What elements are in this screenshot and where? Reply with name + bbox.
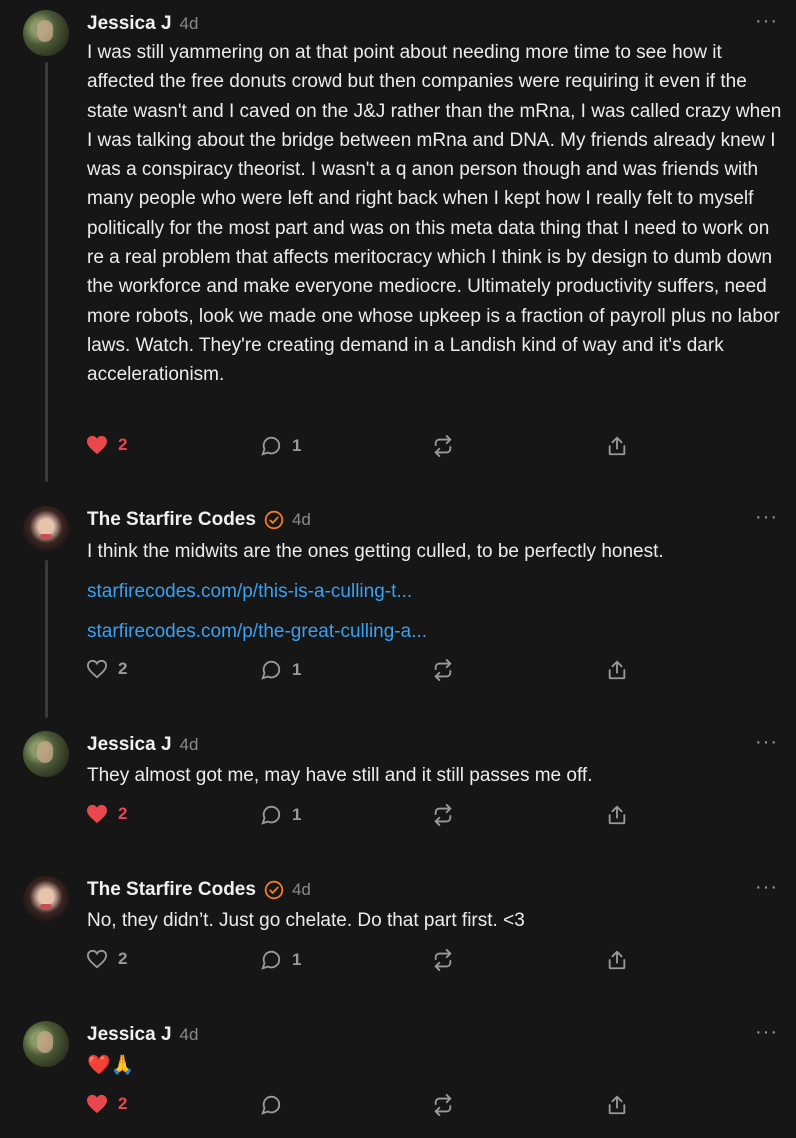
share-icon <box>608 660 626 680</box>
avatar[interactable] <box>23 10 69 56</box>
restack-icon <box>434 659 452 681</box>
reply-count: 1 <box>292 436 302 455</box>
more-icon[interactable]: ··· <box>755 10 778 33</box>
comment-icon <box>261 950 281 970</box>
timestamp[interactable]: 4d <box>292 880 311 900</box>
verified-badge-icon <box>264 880 284 900</box>
timestamp[interactable]: 4d <box>292 510 311 530</box>
like-count: 2 <box>118 949 128 968</box>
reply-button[interactable]: 1 <box>260 804 301 826</box>
reply-count: 1 <box>292 805 302 824</box>
reply-button[interactable]: 1 <box>260 949 301 971</box>
share-icon <box>608 805 626 825</box>
share-button[interactable] <box>606 435 628 457</box>
like-button[interactable]: 2 <box>86 435 127 455</box>
like-count: 2 <box>118 659 128 678</box>
verified-badge-icon <box>264 510 284 530</box>
reply-button[interactable]: 1 <box>260 435 301 457</box>
heart-icon <box>86 659 108 679</box>
more-icon[interactable]: ··· <box>755 731 778 754</box>
avatar[interactable] <box>23 731 69 777</box>
comment-text: They almost got me, may have still and i… <box>87 765 593 786</box>
restack-button[interactable] <box>432 1094 454 1116</box>
timestamp[interactable]: 4d <box>180 14 199 34</box>
share-button[interactable] <box>606 949 628 971</box>
reply-count: 1 <box>292 660 302 679</box>
reply-button[interactable]: 1 <box>260 659 301 681</box>
comment-icon <box>261 436 281 456</box>
share-button[interactable] <box>606 659 628 681</box>
share-button[interactable] <box>606 1094 628 1116</box>
action-bar: 2 <box>86 1094 646 1120</box>
author-name[interactable]: The Starfire Codes <box>87 509 256 531</box>
reply-count: 1 <box>292 950 302 969</box>
link[interactable]: starfirecodes.com/p/this-is-a-culling-t.… <box>87 581 412 603</box>
author-name[interactable]: Jessica J <box>87 13 172 35</box>
like-count: 2 <box>118 1094 128 1113</box>
restack-button[interactable] <box>432 804 454 826</box>
thread-line <box>45 560 48 718</box>
comment-icon <box>261 805 281 825</box>
avatar[interactable] <box>23 876 69 922</box>
comment-text: ❤️🙏 <box>87 1055 135 1076</box>
restack-button[interactable] <box>432 949 454 971</box>
link[interactable]: starfirecodes.com/p/the-great-culling-a.… <box>87 621 427 643</box>
more-icon[interactable]: ··· <box>755 506 778 529</box>
action-bar: 2 1 <box>86 949 646 975</box>
like-button[interactable]: 2 <box>86 1094 127 1114</box>
restack-button[interactable] <box>432 659 454 681</box>
comment-text: I was still yammering on at that point a… <box>87 42 782 386</box>
comment-icon <box>261 660 281 680</box>
restack-icon <box>434 1094 452 1116</box>
thread-line <box>45 62 48 482</box>
heart-icon <box>86 949 108 969</box>
author-name[interactable]: Jessica J <box>87 1024 172 1046</box>
heart-icon <box>87 804 107 824</box>
comment-text: No, they didn’t. Just go chelate. Do tha… <box>87 910 525 931</box>
share-icon <box>608 950 626 970</box>
timestamp[interactable]: 4d <box>180 735 199 755</box>
more-icon[interactable]: ··· <box>755 876 778 899</box>
share-icon <box>608 436 626 456</box>
share-button[interactable] <box>606 804 628 826</box>
reply-button[interactable] <box>260 1094 292 1116</box>
restack-icon <box>434 804 452 826</box>
heart-icon <box>87 435 107 455</box>
action-bar: 2 1 <box>86 804 646 830</box>
like-button[interactable]: 2 <box>86 949 127 969</box>
timestamp[interactable]: 4d <box>180 1025 199 1045</box>
like-button[interactable]: 2 <box>86 659 127 679</box>
author-name[interactable]: Jessica J <box>87 734 172 756</box>
more-icon[interactable]: ··· <box>755 1021 778 1044</box>
share-icon <box>608 1095 626 1115</box>
action-bar: 2 1 <box>86 435 646 461</box>
like-count: 2 <box>118 804 128 823</box>
restack-icon <box>434 435 452 457</box>
comment-icon <box>261 1095 281 1115</box>
action-bar: 2 1 <box>86 659 646 685</box>
avatar[interactable] <box>23 506 69 552</box>
comment-text: I think the midwits are the ones getting… <box>87 541 664 562</box>
author-name[interactable]: The Starfire Codes <box>87 879 256 901</box>
like-button[interactable]: 2 <box>86 804 127 824</box>
like-count: 2 <box>118 435 128 454</box>
heart-icon <box>87 1094 107 1114</box>
avatar[interactable] <box>23 1021 69 1067</box>
restack-icon <box>434 949 452 971</box>
restack-button[interactable] <box>432 435 454 457</box>
